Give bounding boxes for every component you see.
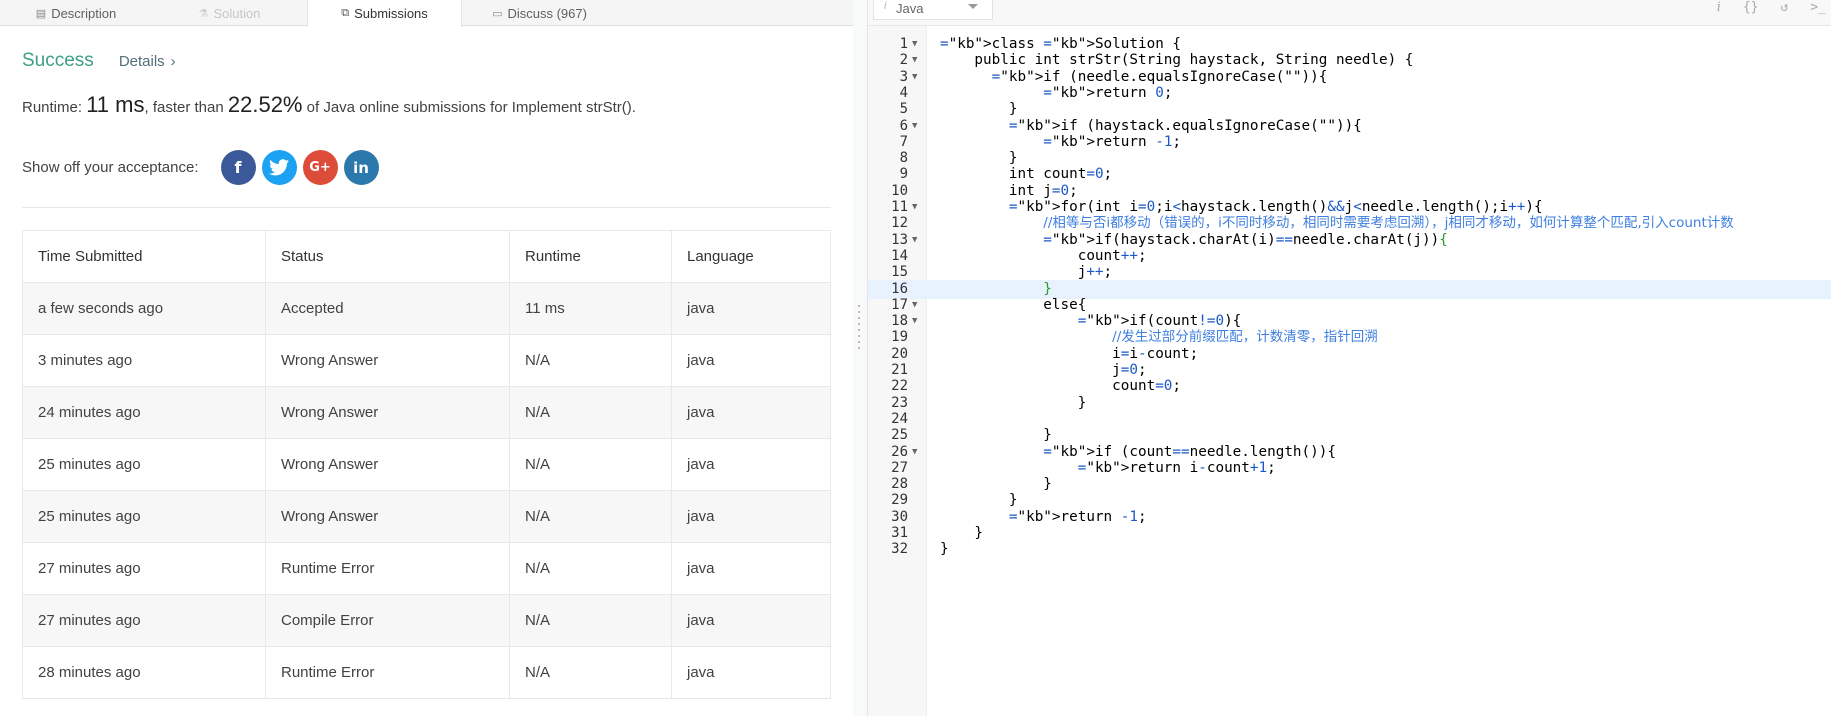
tab-label: Solution — [213, 5, 261, 21]
table-row: 25 minutes ago Wrong Answer N/A java — [22, 490, 831, 543]
tab-label: Description — [51, 5, 117, 21]
runtime-cell: N/A — [509, 594, 672, 647]
time-submitted-cell: 25 minutes ago — [22, 438, 266, 491]
percent-value: 22.52% — [227, 92, 303, 117]
reset-icon[interactable]: ↺ — [1781, 0, 1789, 18]
tab-label: Submissions — [354, 6, 428, 21]
chevron-down-icon — [968, 4, 978, 9]
code-area[interactable]: 1 ▼ ="kb">class ="kb">Solution {2 ▼ public … — [868, 26, 1831, 716]
code-text: } — [940, 541, 949, 558]
runtime-suffix: of Java online submissions for Implement… — [302, 99, 636, 116]
status-link[interactable]: Runtime Error — [265, 646, 510, 699]
submissions-icon: ⧉ — [341, 7, 350, 19]
braces-icon[interactable]: {} — [1743, 0, 1759, 18]
table-row: 27 minutes ago Runtime Error N/A java — [22, 542, 831, 595]
code-line[interactable]: 32} — [868, 540, 1831, 559]
language-cell: java — [671, 438, 831, 491]
social-buttons: f G+ in — [220, 150, 379, 185]
runtime-cell: N/A — [509, 490, 672, 543]
runtime-mid: , faster than — [144, 99, 228, 116]
table-body: a few seconds ago Accepted 11 ms java 3 minu… — [22, 282, 831, 699]
status-link[interactable]: Compile Error — [265, 594, 510, 647]
language-select[interactable]: i Java — [873, 0, 993, 20]
code-editor-panel: i Java i {} ↺ >_ 1 ▼ ="kb">class ="kb">Sol… — [867, 0, 1831, 716]
tab-label: Discuss (967) — [507, 5, 587, 21]
tab-bar: ▤ Description ⚗ Solution ⧉ Submissions ▭… — [0, 0, 853, 27]
language-cell: java — [671, 282, 831, 335]
chevron-right-icon: › — [170, 53, 176, 70]
language-cell: java — [671, 386, 831, 439]
share-row: Show off your acceptance: f G+ in — [22, 150, 379, 185]
details-label: Details — [118, 53, 165, 70]
language-cell: java — [671, 646, 831, 699]
runtime-summary: Runtime: 11 ms, faster than 22.52% of Ja… — [22, 92, 636, 118]
tab-solution[interactable]: ⚗ Solution — [152, 0, 307, 26]
time-submitted-cell: 28 minutes ago — [22, 646, 266, 699]
time-submitted-cell: 27 minutes ago — [22, 594, 266, 647]
time-submitted-cell: 27 minutes ago — [22, 542, 266, 595]
time-submitted-cell: 24 minutes ago — [22, 386, 266, 439]
description-icon: ▤ — [35, 7, 47, 20]
time-submitted-cell: a few seconds ago — [22, 282, 266, 335]
table-row: a few seconds ago Accepted 11 ms java — [22, 282, 831, 335]
left-panel: ▤ Description ⚗ Solution ⧉ Submissions ▭… — [0, 0, 853, 716]
time-submitted-cell: 3 minutes ago — [22, 334, 266, 387]
app-root: ▤ Description ⚗ Solution ⧉ Submissions ▭… — [0, 0, 1831, 716]
editor-toolbar: i Java i {} ↺ >_ — [868, 0, 1831, 26]
table-row: 28 minutes ago Runtime Error N/A java — [22, 646, 831, 699]
discuss-icon: ▭ — [492, 7, 503, 20]
twitter-icon[interactable] — [261, 150, 297, 185]
tab-description[interactable]: ▤ Description — [0, 0, 152, 26]
divider — [22, 207, 831, 208]
runtime-cell: N/A — [509, 646, 672, 699]
table-row: 27 minutes ago Compile Error N/A java — [22, 594, 831, 647]
details-link[interactable]: Details › — [119, 53, 176, 70]
column-header: Language — [671, 230, 831, 283]
language-cell: java — [671, 334, 831, 387]
linkedin-icon[interactable]: in — [343, 150, 379, 185]
solution-icon: ⚗ — [198, 7, 209, 20]
status-link[interactable]: Accepted — [265, 282, 510, 335]
status-link[interactable]: Runtime Error — [265, 542, 510, 595]
language-cell: java — [671, 490, 831, 543]
runtime-prefix: Runtime: — [22, 99, 87, 116]
line-number: 32 — [891, 541, 908, 558]
status-link[interactable]: Wrong Answer — [265, 490, 510, 543]
column-header: Runtime — [509, 230, 672, 283]
runtime-cell: N/A — [509, 438, 672, 491]
panel-splitter[interactable] — [853, 0, 867, 716]
runtime-cell: N/A — [509, 334, 672, 387]
info-icon[interactable]: i — [1717, 0, 1721, 18]
table-row: 3 minutes ago Wrong Answer N/A java — [22, 334, 831, 387]
runtime-cell: N/A — [509, 542, 672, 595]
result-status: Success — [22, 50, 94, 71]
status-link[interactable]: Wrong Answer — [265, 386, 510, 439]
toolbar-icons: i {} ↺ >_ — [1717, 0, 1826, 18]
submissions-table: Time Submitted Status Runtime Language a… — [22, 230, 831, 699]
result-header: Success Details › — [22, 50, 176, 72]
language-cell: java — [671, 594, 831, 647]
tab-discuss[interactable]: ▭ Discuss (967) — [462, 0, 617, 26]
share-label: Show off your acceptance: — [22, 159, 199, 176]
column-header: Status — [265, 230, 510, 283]
language-info-icon: i — [884, 0, 887, 12]
column-header: Time Submitted — [22, 230, 266, 283]
tab-submissions[interactable]: ⧉ Submissions — [307, 0, 462, 27]
runtime-value: 11 ms — [86, 92, 145, 117]
time-submitted-cell: 25 minutes ago — [22, 490, 266, 543]
facebook-icon[interactable]: f — [220, 150, 256, 185]
status-link[interactable]: Wrong Answer — [265, 334, 510, 387]
google-plus-icon[interactable]: G+ — [302, 150, 338, 185]
language-value: Java — [896, 1, 924, 16]
table-row: 25 minutes ago Wrong Answer N/A java — [22, 438, 831, 491]
status-link[interactable]: Wrong Answer — [265, 438, 510, 491]
drag-handle-icon[interactable] — [858, 305, 862, 365]
language-cell: java — [671, 542, 831, 595]
table-row: 24 minutes ago Wrong Answer N/A java — [22, 386, 831, 439]
console-icon[interactable]: >_ — [1810, 0, 1826, 18]
runtime-cell: 11 ms — [509, 282, 672, 335]
runtime-cell: N/A — [509, 386, 672, 439]
table-header-row: Time Submitted Status Runtime Language — [22, 230, 831, 283]
